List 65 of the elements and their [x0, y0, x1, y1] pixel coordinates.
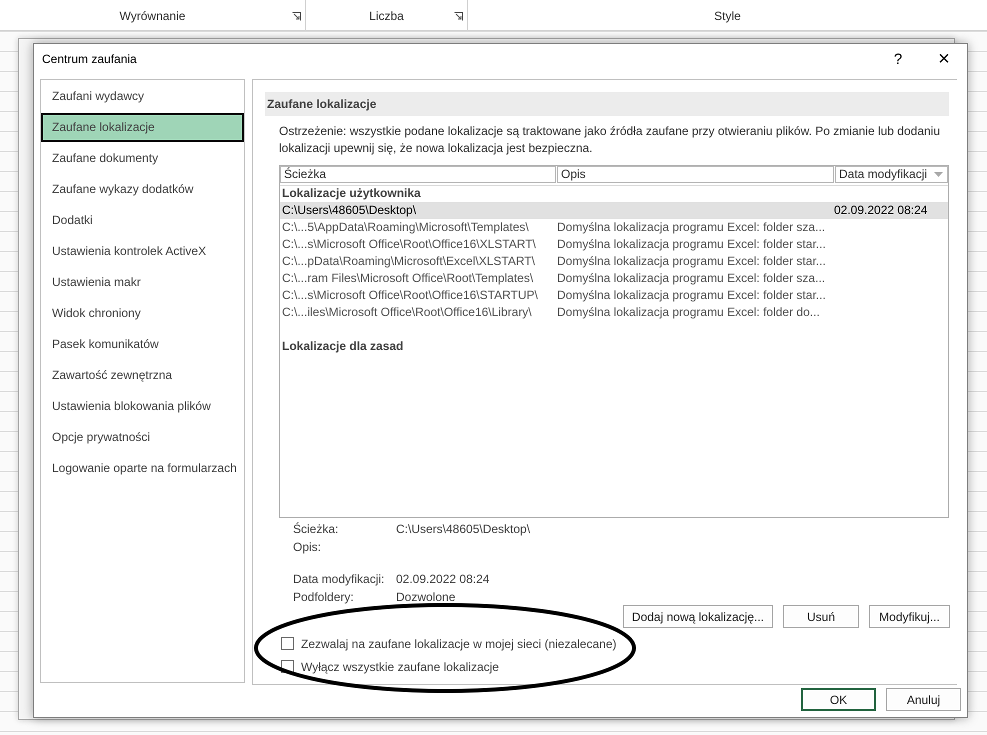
sidebar-item[interactable]: Zaufane wykazy dodatków — [41, 175, 244, 204]
dialog-button[interactable]: Anuluj — [886, 688, 961, 711]
column-header[interactable]: Opis — [557, 166, 834, 183]
sidebar-item[interactable]: Widok chroniony — [41, 299, 244, 328]
action-button[interactable]: Modyfikuj... — [869, 605, 950, 628]
table-cell: 02.09.2022 08:24 — [834, 203, 928, 217]
sidebar-item[interactable]: Logowanie oparte na formularzach — [41, 454, 244, 483]
sidebar-item[interactable]: Ustawienia kontrolek ActiveX — [41, 237, 244, 266]
ribbon-group-label: Style — [714, 9, 741, 23]
table-row[interactable]: C:\...s\Microsoft Office\Root\Office16\XLSTART\ Domyślna lokalizacja programu Excel: folder star... — [280, 236, 948, 253]
close-button[interactable]: × — [921, 44, 967, 74]
table-cell: Domyślna lokalizacja programu Excel: folder sza... — [557, 271, 826, 285]
table-cell: C:\...iles\Microsoft Office\Root\Office16\Library\ — [282, 305, 532, 319]
table-row[interactable]: C:\...s\Microsoft Office\Root\Office16\STARTUP\ Domyślna lokalizacja programu Excel: folder star... — [280, 287, 948, 304]
section-header: Zaufane lokalizacje — [265, 92, 949, 116]
detail-value: 02.09.2022 08:24 — [396, 572, 490, 588]
table-cell: Domyślna lokalizacja programu Excel: folder star... — [557, 237, 826, 251]
ribbon-group-label: Wyrównanie — [120, 9, 186, 23]
action-button[interactable]: Usuń — [783, 605, 859, 628]
sidebar-item[interactable]: Dodatki — [41, 206, 244, 235]
table-row[interactable]: C:\...pData\Roaming\Microsoft\Excel\XLSTART\ Domyślna lokalizacja programu Excel: folder star... — [280, 253, 948, 270]
sidebar-item[interactable]: Ustawienia blokowania plików — [41, 392, 244, 421]
sort-icon — [934, 172, 943, 177]
table-cell: C:\...ram Files\Microsoft Office\Root\Templates\ — [282, 271, 534, 285]
table-cell: C:\...s\Microsoft Office\Root\Office16\STARTUP\ — [282, 288, 538, 302]
table-cell: C:\Users\48605\Desktop\ — [282, 203, 416, 217]
detail-value: C:\Users\48605\Desktop\ — [396, 522, 530, 538]
table-row[interactable]: C:\Users\48605\Desktop\ 02.09.2022 08:24 — [280, 202, 948, 219]
sidebar-item[interactable]: Zaufane dokumenty — [41, 144, 244, 173]
table-cell: Domyślna lokalizacja programu Excel: folder star... — [557, 254, 826, 268]
checkbox[interactable] — [281, 637, 294, 650]
ribbon-group-label: Liczba — [369, 9, 404, 23]
table-cell: C:\...pData\Roaming\Microsoft\Excel\XLSTART\ — [282, 254, 535, 268]
sidebar-item[interactable]: Zawartość zewnętrzna — [41, 361, 244, 390]
dialog-launcher-icon[interactable] — [454, 12, 463, 21]
detail-label: Opis: — [293, 540, 322, 556]
group-heading: Lokalizacje dla zasad — [281, 338, 404, 355]
action-button[interactable]: Dodaj nową lokalizację... — [622, 605, 773, 628]
detail-value: Dozwolone — [396, 590, 456, 606]
column-header[interactable]: Data modyfikacji — [835, 166, 948, 183]
table-cell: C:\...s\Microsoft Office\Root\Office16\XLSTART\ — [282, 237, 536, 251]
sidebar-item[interactable]: Ustawienia makr — [41, 268, 244, 297]
sidebar-item[interactable]: Pasek komunikatów — [41, 330, 244, 359]
table-cell: C:\...5\AppData\Roaming\Microsoft\Templates\ — [282, 220, 529, 234]
detail-label: Podfoldery: — [293, 590, 355, 606]
column-header[interactable]: Ścieżka — [280, 166, 556, 183]
sidebar-item[interactable]: Zaufane lokalizacje — [41, 113, 244, 142]
sidebar-item[interactable]: Zaufani wydawcy — [41, 82, 244, 111]
table-row[interactable]: C:\...5\AppData\Roaming\Microsoft\Templates\ Domyślna lokalizacja programu Excel: folder sza... — [280, 219, 948, 236]
table-row[interactable]: C:\...iles\Microsoft Office\Root\Office16\Library\ Domyślna lokalizacja programu Excel: folder do... — [280, 304, 948, 321]
group-heading: Lokalizacje użytkownika — [281, 185, 422, 202]
table-cell: Domyślna lokalizacja programu Excel: folder do... — [557, 305, 820, 319]
dialog-button[interactable]: OK — [801, 688, 876, 711]
warning-text: Ostrzeżenie: wszystkie podane lokalizacje są traktowane jako źródła zaufane przy otwieraniu plików. Po zmianie lub dodaniu lokalizacji upewnij się, że nowa lokalizacja jest bezpieczna. — [279, 123, 942, 157]
help-button[interactable]: ? — [875, 44, 921, 74]
checkbox-label: Zezwalaj na zaufane lokalizacje w mojej sieci (niezalecane) — [301, 636, 616, 650]
detail-label: Ścieżka: — [293, 522, 340, 538]
window-title: Centrum zaufania — [42, 52, 138, 66]
detail-label: Data modyfikacji: — [293, 572, 386, 588]
dialog-launcher-icon[interactable] — [292, 12, 301, 21]
sidebar-item[interactable]: Opcje prywatności — [41, 423, 244, 452]
checkbox-label: Wyłącz wszystkie zaufane lokalizacje — [301, 660, 499, 674]
table-row[interactable]: C:\...ram Files\Microsoft Office\Root\Templates\ Domyślna lokalizacja programu Excel: folder sza... — [280, 270, 948, 287]
table-cell: Domyślna lokalizacja programu Excel: folder star... — [557, 288, 826, 302]
table-cell: Domyślna lokalizacja programu Excel: folder sza... — [557, 220, 826, 234]
